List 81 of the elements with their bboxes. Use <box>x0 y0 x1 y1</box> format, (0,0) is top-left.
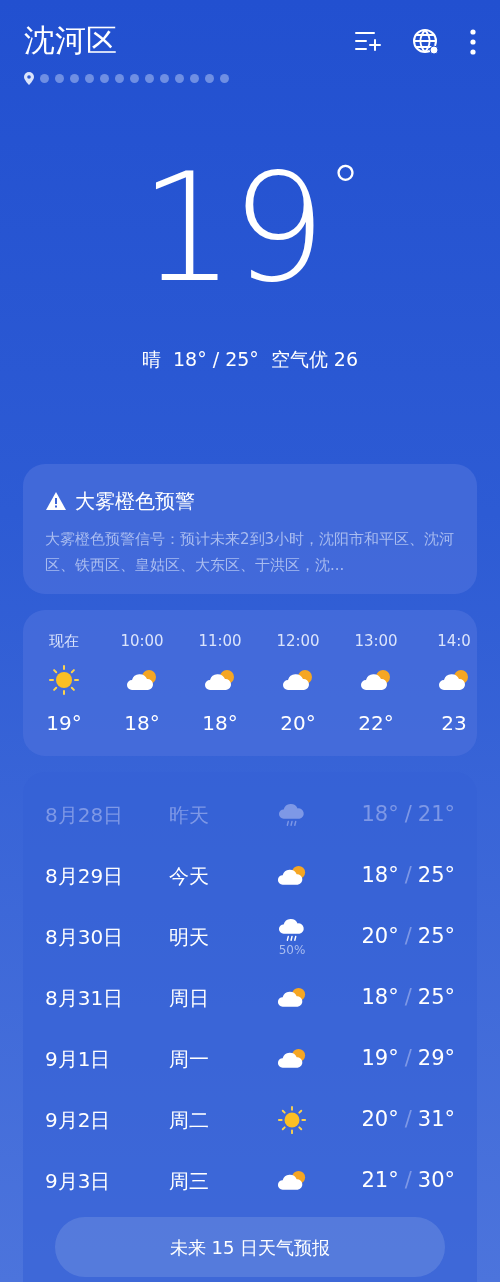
cloud-sun-icon <box>204 668 236 692</box>
air-quality: 空气优 26 <box>270 347 359 372</box>
alert-text: 大雾橙色预警信号：预计未来2到3小时，沈阳市和平区、沈河区、铁西区、皇姑区、大东区、于洪区，沈... <box>45 528 455 576</box>
cloud-sun-icon <box>126 668 158 692</box>
low-temperature: 21° <box>361 1166 399 1194</box>
high-temperature: 31° <box>417 1105 455 1133</box>
add-list-icon[interactable] <box>354 30 382 54</box>
separator: / <box>404 1166 412 1194</box>
date-label: 8月30日 <box>45 923 125 951</box>
globe-icon[interactable] <box>412 28 440 56</box>
cloud-sun-icon <box>277 864 307 887</box>
sun-icon <box>277 1104 307 1135</box>
low-temperature: 18° <box>361 983 399 1011</box>
date-label: 8月31日 <box>45 984 125 1012</box>
hour-label: 10:00 <box>120 630 164 652</box>
hour-temperature: 18° <box>202 710 238 737</box>
hour-temperature: 19° <box>46 710 82 737</box>
forecast-row[interactable]: 8月29日 今天 18° / 25° <box>45 845 455 906</box>
day-label: 昨天 <box>169 801 210 829</box>
high-temperature: 29° <box>417 1044 455 1072</box>
date-label: 8月29日 <box>45 862 125 890</box>
cloud-sun-icon <box>360 668 392 692</box>
high-temperature: 25° <box>417 861 455 889</box>
cloud-sun-icon <box>277 1047 307 1070</box>
hour-temperature: 22° <box>358 710 394 737</box>
warning-icon <box>45 490 67 511</box>
low-temperature: 20° <box>361 922 399 950</box>
sun-icon <box>48 664 80 696</box>
hour-label: 14:0 <box>437 630 471 652</box>
rain-cloud-icon <box>277 916 307 943</box>
low-temperature: 20° <box>361 1105 399 1133</box>
separator: / <box>404 922 412 950</box>
separator: / <box>404 861 412 889</box>
temperature-range: 18° / 25° <box>172 347 259 372</box>
separator: / <box>404 983 412 1011</box>
alert-card[interactable]: 大雾橙色预警 大雾橙色预警信号：预计未来2到3小时，沈阳市和平区、沈河区、铁西区、皇姑区、大东区、于洪区，沈... <box>23 463 477 594</box>
alert-title: 大雾橙色预警 <box>75 487 195 515</box>
hour-label: 12:00 <box>276 630 320 652</box>
forecast-row[interactable]: 9月3日 周三 21° / 30° <box>45 1150 455 1211</box>
day-label: 周二 <box>169 1106 210 1134</box>
hour-temperature: 20° <box>280 710 316 737</box>
cloud-sun-icon <box>277 1169 307 1192</box>
degree-sign: ° <box>330 157 361 217</box>
day-label: 周一 <box>169 1045 210 1073</box>
high-temperature: 21° <box>417 800 455 828</box>
precipitation-chance: 50% <box>278 943 306 957</box>
high-temperature: 30° <box>417 1166 455 1194</box>
date-label: 9月3日 <box>45 1167 112 1195</box>
temperature: 19 <box>139 153 323 303</box>
separator: / <box>404 800 412 828</box>
forecast-button[interactable]: 未来 15 日天气预报 <box>55 1217 445 1277</box>
date-label: 9月1日 <box>45 1045 112 1073</box>
hour-temperature: 18° <box>124 710 160 737</box>
forecast-row[interactable]: 8月31日 周日 18° / 25° <box>45 967 455 1028</box>
forecast-row[interactable]: 8月30日 明天 50% 20° / 25° <box>45 906 455 967</box>
low-temperature: 18° <box>361 861 399 889</box>
city-title: 沈河区 <box>24 21 118 60</box>
more-icon[interactable] <box>470 29 476 55</box>
separator: / <box>404 1105 412 1133</box>
low-temperature: 19° <box>361 1044 399 1072</box>
rain-cloud-icon <box>277 801 307 828</box>
forecast-row[interactable]: 9月1日 周一 19° / 29° <box>45 1028 455 1089</box>
cloud-sun-icon <box>438 668 470 692</box>
day-label: 周日 <box>169 984 210 1012</box>
forecast-row[interactable]: 9月2日 周二 20° / 31° <box>45 1089 455 1150</box>
hour-temperature: 23 <box>441 710 467 737</box>
high-temperature: 25° <box>417 922 455 950</box>
day-label: 今天 <box>169 862 210 890</box>
hour-label: 现在 <box>49 630 79 652</box>
separator: / <box>404 1044 412 1072</box>
cloud-sun-icon <box>282 668 314 692</box>
hour-label: 13:00 <box>354 630 398 652</box>
cloud-sun-icon <box>277 986 307 1009</box>
low-temperature: 18° <box>361 800 399 828</box>
day-label: 明天 <box>169 923 210 951</box>
date-label: 8月28日 <box>45 801 125 829</box>
hour-label: 11:00 <box>198 630 242 652</box>
high-temperature: 25° <box>417 983 455 1011</box>
weather-condition: 晴 <box>141 347 161 372</box>
date-label: 9月2日 <box>45 1106 112 1134</box>
day-label: 周三 <box>169 1167 210 1195</box>
